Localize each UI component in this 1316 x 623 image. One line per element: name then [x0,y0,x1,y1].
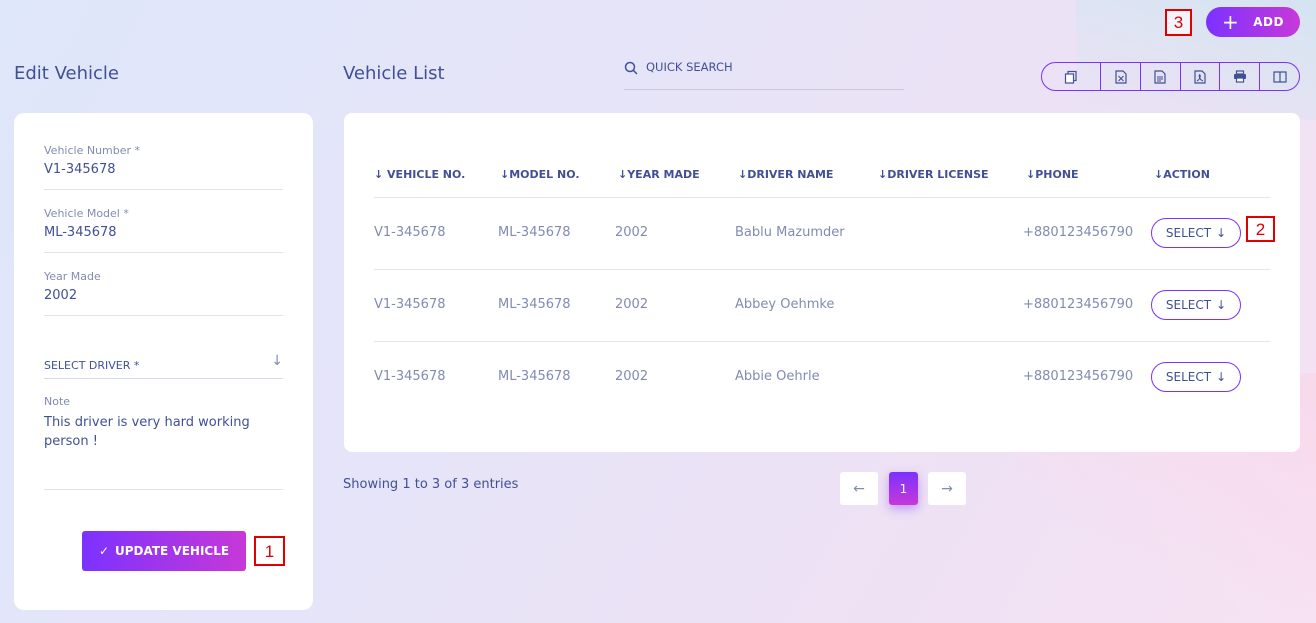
arrow-down-icon: ↓ [1216,226,1227,240]
annotation-marker: 2 [1246,216,1275,242]
cell-model-no: ML-345678 [498,369,571,384]
cell-model-no: ML-345678 [498,297,571,312]
cell-phone: +880123456790 [1023,297,1134,312]
add-button[interactable]: + ADD [1206,7,1300,37]
select-driver-dropdown[interactable]: SELECT DRIVER * ↓ [44,353,283,379]
excel-icon[interactable] [1101,63,1141,90]
edit-vehicle-title: Edit Vehicle [14,63,119,84]
annotation-marker: 3 [1165,9,1192,36]
cell-model-no: ML-345678 [498,225,571,240]
vehicle-number-input[interactable]: V1-345678 [44,162,283,177]
column-header-vehicle-no[interactable]: ↓ VEHICLE NO. [374,168,465,181]
plus-icon: + [1222,10,1240,34]
select-label: SELECT [1165,226,1212,240]
arrow-down-icon: ↓ [1216,370,1227,384]
vehicle-model-field[interactable]: Vehicle Model * ML-345678 [44,207,283,253]
row-divider [374,341,1270,342]
next-page-button[interactable]: → [928,472,966,505]
note-field[interactable]: Note This driver is very hard working pe… [44,395,283,490]
column-header-year-made[interactable]: ↓YEAR MADE [618,168,700,181]
vehicle-number-field[interactable]: Vehicle Number * V1-345678 [44,144,283,190]
cell-phone: +880123456790 [1023,225,1134,240]
cell-driver-name: Abbie Oehrle [735,369,820,384]
year-made-field[interactable]: Year Made 2002 [44,270,283,316]
annotation-marker: 1 [254,536,285,566]
cell-phone: +880123456790 [1023,369,1134,384]
vehicle-model-input[interactable]: ML-345678 [44,225,283,240]
note-label: Note [44,395,71,408]
arrow-down-icon: ↓ [1216,298,1227,312]
year-made-label: Year Made [44,270,101,283]
vehicle-model-label: Vehicle Model * [44,207,129,220]
cell-vehicle-no: V1-345678 [374,225,446,240]
column-header-driver-name[interactable]: ↓DRIVER NAME [738,168,833,181]
row-divider [374,269,1270,270]
copy-icon[interactable] [1042,63,1102,90]
column-header-phone[interactable]: ↓PHONE [1026,168,1079,181]
pdf-icon[interactable] [1181,63,1221,90]
vehicle-list-title: Vehicle List [343,63,445,84]
column-header-action[interactable]: ↓ACTION [1154,168,1210,181]
cell-year: 2002 [615,369,649,384]
year-made-input[interactable]: 2002 [44,288,283,303]
vehicle-number-label: Vehicle Number * [44,144,141,157]
select-action-button[interactable]: SELECT ↓ [1151,362,1241,392]
quick-search[interactable]: QUICK SEARCH [624,55,904,90]
print-icon[interactable] [1220,63,1261,90]
select-driver-label: SELECT DRIVER * [44,359,140,372]
vehicle-list-table: ↓ VEHICLE NO. ↓MODEL NO. ↓YEAR MADE ↓DRI… [344,113,1300,452]
select-action-button[interactable]: SELECT ↓ [1151,218,1241,248]
note-textarea[interactable]: This driver is very hard working person … [44,413,283,451]
update-vehicle-button[interactable]: ✓ UPDATE VEHICLE [82,531,246,571]
update-vehicle-label: UPDATE VEHICLE [115,544,230,558]
entries-info: Showing 1 to 3 of 3 entries [343,477,519,492]
check-icon: ✓ [98,544,109,558]
export-toolbar [1041,62,1300,91]
cell-driver-name: Bablu Mazumder [735,225,845,240]
csv-icon[interactable] [1141,63,1181,90]
add-button-label: ADD [1253,15,1284,29]
search-input[interactable]: QUICK SEARCH [646,60,733,74]
select-label: SELECT [1165,370,1212,384]
column-header-model-no[interactable]: ↓MODEL NO. [500,168,580,181]
cell-driver-name: Abbey Oehmke [735,297,835,312]
cell-year: 2002 [615,225,649,240]
cell-vehicle-no: V1-345678 [374,297,446,312]
header-divider [374,197,1270,198]
previous-page-button[interactable]: ← [840,472,878,505]
columns-icon[interactable] [1260,63,1299,90]
page-1-button[interactable]: 1 [889,472,918,505]
select-action-button[interactable]: SELECT ↓ [1151,290,1241,320]
column-header-driver-license[interactable]: ↓DRIVER LICENSE [878,168,989,181]
cell-year: 2002 [615,297,649,312]
arrow-down-icon: ↓ [271,353,283,369]
select-label: SELECT [1165,298,1212,312]
search-icon [624,61,638,75]
cell-vehicle-no: V1-345678 [374,369,446,384]
